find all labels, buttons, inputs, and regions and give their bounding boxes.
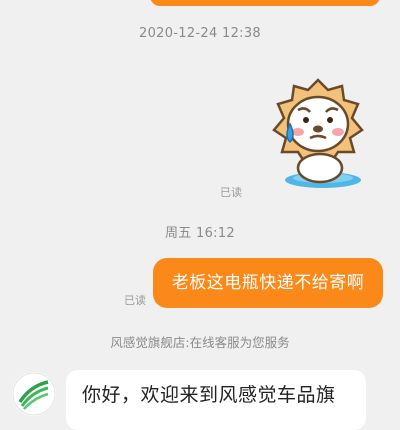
timestamp: 周五 16:12 <box>165 226 235 241</box>
timestamp: 2020-12-24 12:38 <box>139 26 261 41</box>
store-avatar-icon[interactable] <box>12 372 56 416</box>
incoming-message-text: 你好，欢迎来到风感觉车品旗 <box>82 384 336 406</box>
outgoing-message-bubble[interactable]: 老板这电瓶快递不给寄啊 <box>153 258 383 308</box>
read-receipt: 已读 <box>220 186 242 199</box>
read-receipt: 已读 <box>124 294 146 307</box>
incoming-message-bubble[interactable]: 你好，欢迎来到风感觉车品旗 <box>66 370 366 430</box>
previous-outgoing-bubble <box>150 0 380 6</box>
system-notice: 风感觉旗舰店:在线客服为您服务 <box>110 335 290 350</box>
crying-lion-sticker-icon[interactable] <box>268 72 368 192</box>
